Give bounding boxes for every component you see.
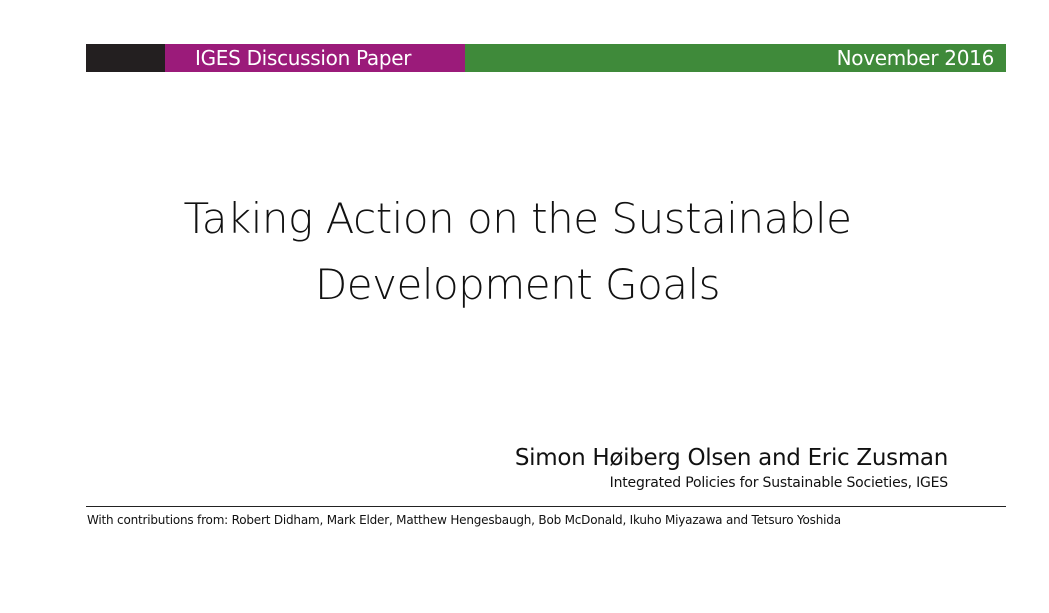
divider-line bbox=[86, 506, 1006, 507]
series-label: IGES Discussion Paper bbox=[165, 44, 465, 72]
title-line-2: Development Goals bbox=[314, 260, 721, 309]
author-affiliation: Integrated Policies for Sustainable Soci… bbox=[609, 475, 949, 491]
author-names: Simon Høiberg Olsen and Eric Zusman bbox=[514, 445, 948, 471]
header-dark-block bbox=[86, 44, 165, 72]
contributions-note: With contributions from: Robert Didham, … bbox=[87, 513, 841, 527]
document-title: Taking Action on the Sustainable Develop… bbox=[110, 186, 925, 318]
title-line-1: Taking Action on the Sustainable bbox=[183, 194, 853, 243]
publication-date: November 2016 bbox=[465, 44, 1006, 72]
header-bar: IGES Discussion Paper November 2016 bbox=[86, 44, 1006, 72]
